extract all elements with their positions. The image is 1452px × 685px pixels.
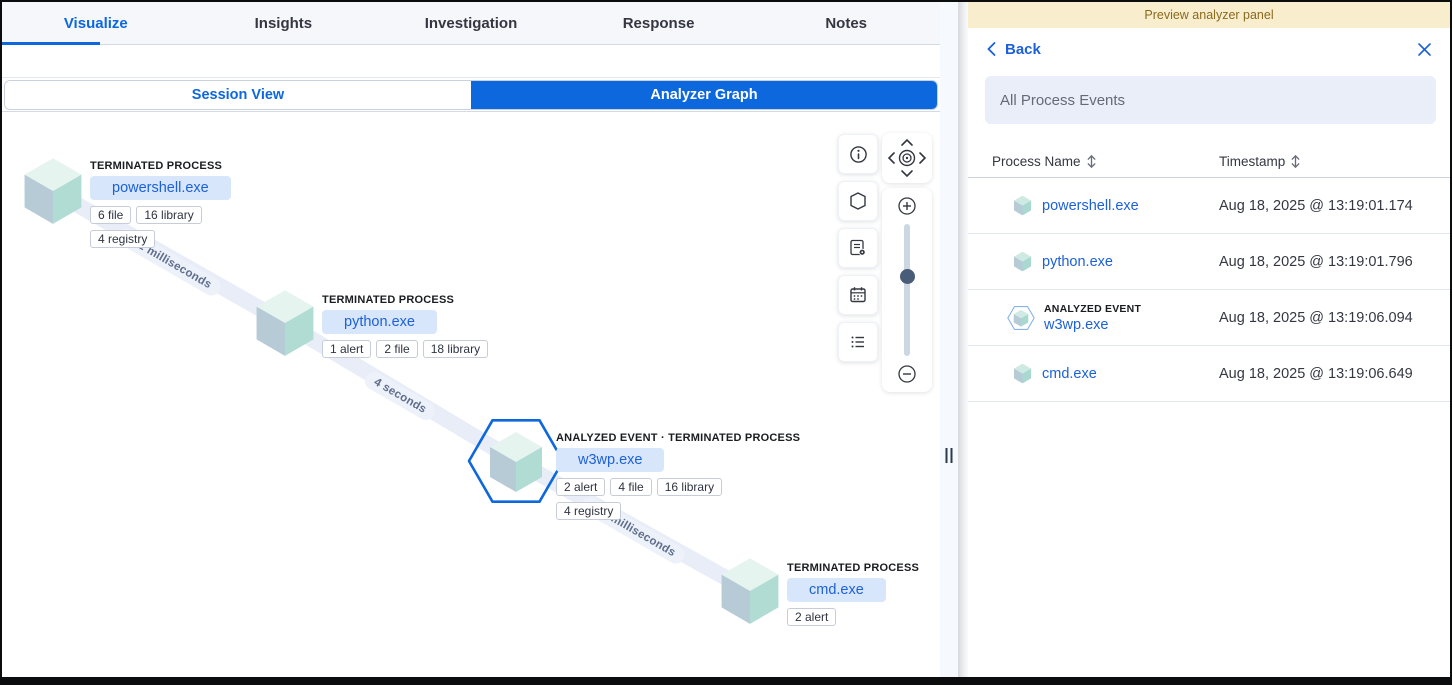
process-cube-icon: [1012, 251, 1033, 272]
close-icon: [1417, 42, 1432, 57]
list-icon: [848, 332, 868, 352]
process-name-link[interactable]: powershell.exe: [1042, 198, 1139, 214]
preview-banner: Preview analyzer panel: [968, 2, 1450, 28]
hexagon-icon: [848, 191, 868, 211]
document-detail-left-section: Visualize Insights Investigation Respons…: [2, 2, 940, 683]
node-badge: 18 library: [423, 340, 488, 358]
info-icon: [849, 145, 868, 164]
node-badge: 4 registry: [90, 230, 155, 248]
table-header-row: Process Name Timestamp: [968, 146, 1450, 178]
process-name-link[interactable]: cmd.exe: [1042, 366, 1097, 382]
analyzer-graph-button[interactable]: Analyzer Graph: [471, 81, 937, 109]
zoom-slider-thumb[interactable]: [900, 269, 915, 284]
table-row: ANALYZED EVENT w3wp.exe Aug 18, 2025 @ 1…: [968, 290, 1450, 346]
process-cube-icon: [1012, 195, 1033, 216]
events-list-button[interactable]: [838, 322, 878, 362]
panel-header: Back: [968, 28, 1450, 70]
tab-response[interactable]: Response: [565, 2, 753, 44]
tab-insights[interactable]: Insights: [190, 2, 378, 44]
tab-investigation[interactable]: Investigation: [377, 2, 565, 44]
edge-label: 4 seconds: [362, 369, 439, 424]
node-state-label: TERMINATED PROCESS: [90, 160, 231, 172]
chevron-left-icon: [986, 41, 997, 57]
node-name-button[interactable]: python.exe: [322, 310, 437, 334]
legend-button[interactable]: [838, 181, 878, 221]
timestamp-value: Aug 18, 2025 @ 13:19:01.796: [1219, 254, 1413, 270]
analyzed-event-hexagon-cube-icon: [1007, 305, 1035, 331]
close-panel-button[interactable]: [1417, 42, 1432, 57]
node-badge: 2 alert: [787, 608, 836, 626]
calendar-icon: [848, 285, 868, 305]
process-cube-icon[interactable]: [18, 156, 88, 226]
node-badge: 1 alert: [322, 340, 371, 358]
pan-left-icon[interactable]: [889, 153, 894, 163]
node-badge: 16 library: [136, 206, 201, 224]
pan-up-icon[interactable]: [902, 140, 912, 145]
view-toggle: Session View Analyzer Graph: [4, 80, 938, 110]
process-name-link[interactable]: python.exe: [1042, 254, 1113, 270]
node-badge: 16 library: [657, 478, 722, 496]
sort-icon: [1290, 154, 1301, 169]
node-name-button[interactable]: cmd.exe: [787, 578, 886, 602]
analyzed-event-hexagon-cube-icon[interactable]: [466, 416, 566, 506]
node-badge: 4 registry: [556, 502, 621, 520]
node-name-button[interactable]: w3wp.exe: [556, 448, 664, 472]
column-header-timestamp[interactable]: Timestamp: [1219, 154, 1301, 169]
column-header-process-name[interactable]: Process Name: [968, 154, 1219, 169]
view-toggle-row: Session View Analyzer Graph: [2, 78, 940, 112]
process-cube-icon: [1012, 363, 1033, 384]
timestamp-value: Aug 18, 2025 @ 13:19:06.094: [1219, 310, 1413, 326]
session-view-button[interactable]: Session View: [5, 81, 471, 109]
pan-right-icon[interactable]: [920, 153, 925, 163]
node-name-button[interactable]: powershell.exe: [90, 176, 231, 200]
process-node-python: TERMINATED PROCESS python.exe 1 alert 2 …: [250, 288, 320, 363]
table-row: python.exe Aug 18, 2025 @ 13:19:01.796: [968, 234, 1450, 290]
date-picker-button[interactable]: [838, 275, 878, 315]
pan-down-icon[interactable]: [902, 171, 912, 176]
panel-resize-handle[interactable]: [946, 448, 953, 463]
sort-icon: [1086, 154, 1097, 169]
node-badge: 2 alert: [556, 478, 605, 496]
process-cube-icon[interactable]: [250, 288, 320, 358]
panel-shadow: [958, 2, 968, 683]
zoom-slider-panel: [882, 188, 932, 392]
timestamp-value: Aug 18, 2025 @ 13:19:06.649: [1219, 366, 1413, 382]
process-events-table: Process Name Timestamp: [968, 146, 1450, 402]
tab-visualize[interactable]: Visualize: [2, 2, 190, 44]
node-state-label: ANALYZED EVENT · TERMINATED PROCESS: [556, 432, 800, 444]
graph-toolbar: [838, 134, 878, 362]
pan-center-icon[interactable]: [900, 151, 915, 166]
process-node-w3wp-analyzed: ANALYZED EVENT · TERMINATED PROCESS w3wp…: [466, 416, 566, 511]
tab-content-spacer: [2, 45, 940, 78]
schema-icon: [848, 238, 868, 258]
process-name-link[interactable]: w3wp.exe: [1044, 317, 1141, 333]
node-badge: 2 file: [376, 340, 417, 358]
node-state-label: TERMINATED PROCESS: [787, 562, 919, 574]
zoom-out-icon[interactable]: [897, 364, 917, 384]
detail-tabs: Visualize Insights Investigation Respons…: [2, 2, 940, 45]
zoom-slider-track[interactable]: [904, 224, 910, 356]
app-window: Visualize Insights Investigation Respons…: [0, 0, 1452, 685]
panel-resizer-gutter: [940, 2, 958, 683]
timestamp-value: Aug 18, 2025 @ 13:19:01.174: [1219, 198, 1413, 214]
process-cube-icon[interactable]: [715, 556, 785, 626]
node-state-label: TERMINATED PROCESS: [322, 294, 488, 306]
analyzed-event-label: ANALYZED EVENT: [1044, 303, 1141, 315]
analyzer-graph-canvas[interactable]: 622 milliseconds 4 seconds 555 milliseco…: [2, 112, 940, 683]
schema-button[interactable]: [838, 228, 878, 268]
process-node-cmd: TERMINATED PROCESS cmd.exe 2 alert: [715, 556, 785, 631]
zoom-in-icon[interactable]: [897, 196, 917, 216]
node-badge: 4 file: [610, 478, 651, 496]
pan-control: [882, 133, 932, 183]
tab-notes[interactable]: Notes: [752, 2, 940, 44]
preview-analyzer-panel: Preview analyzer panel Back All Process …: [968, 2, 1450, 683]
back-button[interactable]: Back: [986, 41, 1041, 58]
info-button[interactable]: [838, 134, 878, 174]
node-badge: 6 file: [90, 206, 131, 224]
panel-title: All Process Events: [985, 76, 1436, 124]
screenshot-bottom-border: [2, 677, 1450, 683]
process-node-powershell: TERMINATED PROCESS powershell.exe 6 file…: [18, 156, 88, 231]
table-row: powershell.exe Aug 18, 2025 @ 13:19:01.1…: [968, 178, 1450, 234]
table-row: cmd.exe Aug 18, 2025 @ 13:19:06.649: [968, 346, 1450, 402]
